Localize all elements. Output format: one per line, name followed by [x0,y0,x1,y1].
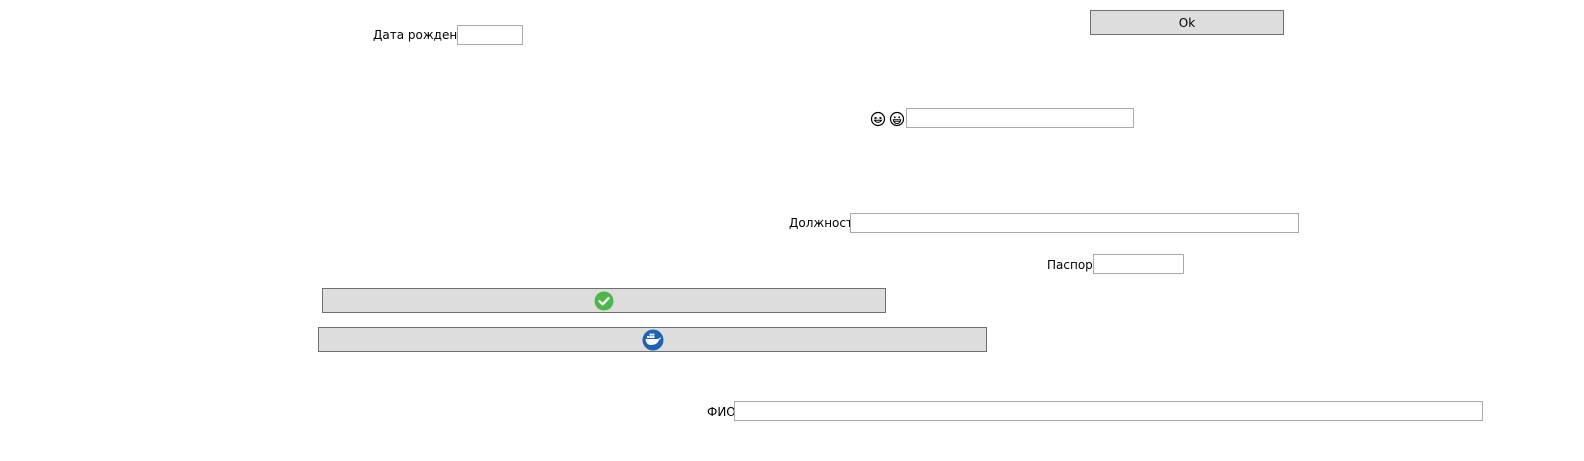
fio-field[interactable] [734,401,1483,421]
position-field[interactable] [850,213,1299,233]
birth-date-field[interactable] [457,25,523,45]
docker-whale-icon [642,329,663,350]
laughing-face-icon [870,111,886,127]
passport-field[interactable] [1093,254,1184,274]
grinning-face-icon [889,111,905,127]
passport-label: Паспорт [1047,258,1100,272]
docker-button[interactable] [318,327,987,352]
check-circle-icon [594,291,614,310]
confirm-button[interactable] [322,288,886,313]
ok-button[interactable]: Ok [1090,10,1284,35]
emoji-input[interactable] [906,108,1134,128]
fio-label: ФИО [707,405,736,419]
